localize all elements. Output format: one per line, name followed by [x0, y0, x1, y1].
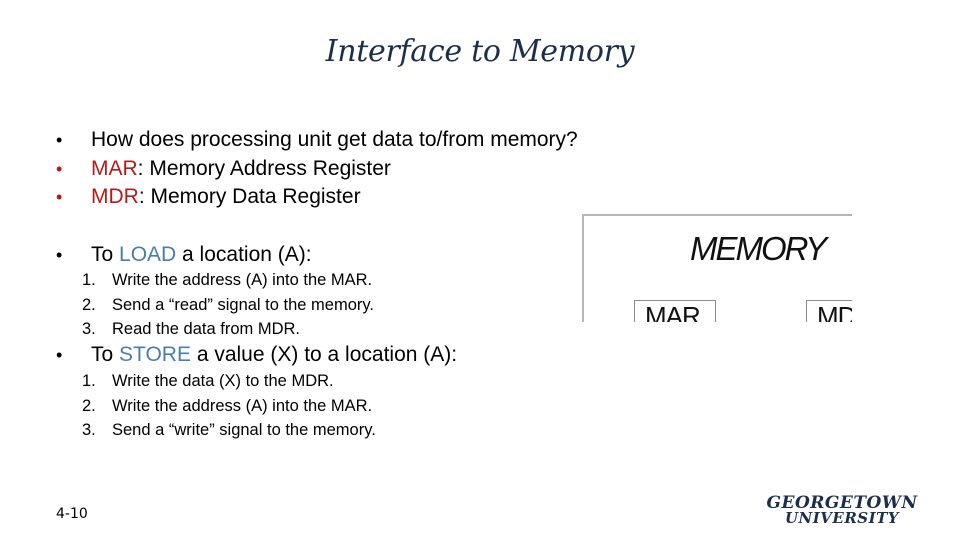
term-store: STORE: [119, 343, 191, 366]
georgetown-logo: GEORGETOWN UNIVERSITY: [752, 495, 932, 527]
store-step: 2. Write the address (A) into the MAR.: [82, 396, 373, 415]
logo-line-2: UNIVERSITY: [784, 509, 900, 527]
store-suffix: a value (X) to a location (A):: [190, 343, 458, 366]
bullet-marker: •: [56, 345, 63, 365]
bullet-mar: • MAR: Memory Address Register: [56, 155, 391, 183]
store-prefix: To: [91, 343, 120, 366]
load-step: 2. Send a “read” signal to the memory.: [82, 295, 374, 314]
load-suffix: a location (A):: [176, 243, 312, 266]
slide-title: Interface to Memory: [325, 34, 635, 69]
bullet-marker: •: [56, 245, 63, 265]
bullet-marker: •: [56, 187, 63, 207]
memory-diagram-image: MEMORY MAR MDR: [582, 214, 852, 322]
store-step: 1. Write the data (X) to the MDR.: [82, 372, 334, 390]
memory-frame-left: [582, 214, 584, 322]
load-prefix: To: [91, 243, 120, 266]
load-steps: 1. Write the address (A) into the MAR. 2.…: [82, 268, 374, 342]
bullet-text: : Memory Address Register: [137, 157, 391, 180]
bullet-mdr: • MDR: Memory Data Register: [56, 183, 361, 211]
load-step: 1. Write the address (A) into the MAR.: [82, 271, 373, 289]
store-step: 3. Send a “write” signal to the memory.: [82, 421, 376, 439]
load-step: 3. Read the data from MDR.: [82, 320, 300, 338]
mdr-box: MDR: [806, 300, 852, 322]
bullet-question: • How does processing unit get data to/fr…: [56, 126, 578, 154]
bullet-text: How does processing unit get data to/fro…: [91, 128, 578, 151]
bullet-marker: •: [56, 159, 63, 179]
slide-number: 4-10: [56, 506, 88, 522]
bullet-load: • To LOAD a location (A):: [56, 241, 312, 269]
bullet-store: • To STORE a value (X) to a location (A):: [56, 341, 457, 369]
bullet-text: : Memory Data Register: [138, 185, 361, 208]
memory-frame-top: [582, 214, 852, 216]
term-load: LOAD: [119, 243, 177, 266]
memory-label: MEMORY: [690, 230, 827, 267]
bullet-marker: •: [56, 130, 63, 150]
store-steps: 1. Write the data (X) to the MDR. 2. Write…: [82, 369, 376, 443]
mar-box: MAR: [634, 300, 716, 322]
term-mar: MAR: [91, 157, 138, 180]
term-mdr: MDR: [91, 185, 139, 208]
